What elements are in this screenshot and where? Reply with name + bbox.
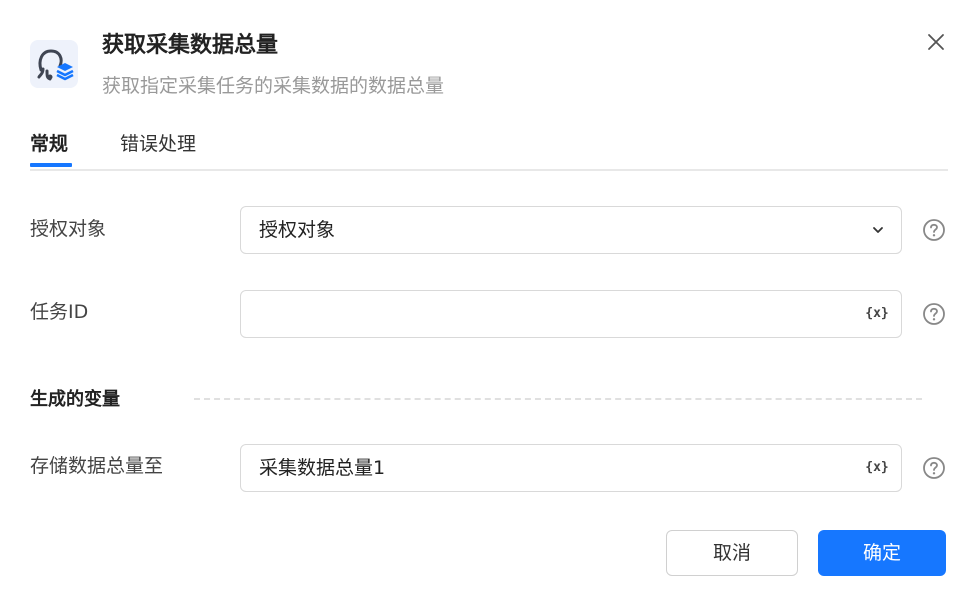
octopus-stack-icon	[30, 40, 78, 88]
close-button[interactable]	[922, 28, 950, 56]
close-icon	[928, 34, 944, 50]
auth-object-value: 授权对象	[259, 219, 336, 241]
cancel-button[interactable]: 取消	[666, 530, 798, 576]
tab-general[interactable]: 常规	[30, 130, 68, 158]
variable-insert-button[interactable]: {x}	[865, 304, 889, 324]
section-title-generated-variables: 生成的变量	[30, 389, 120, 410]
help-icon[interactable]	[922, 218, 946, 242]
auth-object-label: 授权对象	[30, 218, 107, 240]
section-divider	[194, 398, 922, 400]
dialog-subtitle: 获取指定采集任务的采集数据的数据总量	[102, 75, 445, 97]
chevron-down-icon	[873, 227, 883, 233]
tab-bar: 常规 错误处理	[30, 118, 948, 171]
help-icon[interactable]	[922, 456, 946, 480]
output-variable-value: 采集数据总量1	[259, 457, 386, 479]
output-variable-input[interactable]: 采集数据总量1 {x}	[240, 444, 902, 492]
tab-error-handling[interactable]: 错误处理	[120, 130, 196, 158]
task-id-label: 任务ID	[30, 301, 89, 323]
dialog-title: 获取采集数据总量	[102, 33, 279, 58]
variable-insert-button[interactable]: {x}	[865, 458, 889, 478]
output-variable-label: 存储数据总量至	[30, 455, 164, 477]
confirm-button[interactable]: 确定	[818, 530, 946, 576]
active-tab-indicator	[30, 163, 72, 167]
auth-object-select[interactable]: 授权对象	[240, 206, 902, 254]
task-id-input[interactable]: {x}	[240, 290, 902, 338]
help-icon[interactable]	[922, 302, 946, 326]
dialog: 获取采集数据总量 获取指定采集任务的采集数据的数据总量 常规 错误处理 授权对象…	[0, 0, 978, 608]
